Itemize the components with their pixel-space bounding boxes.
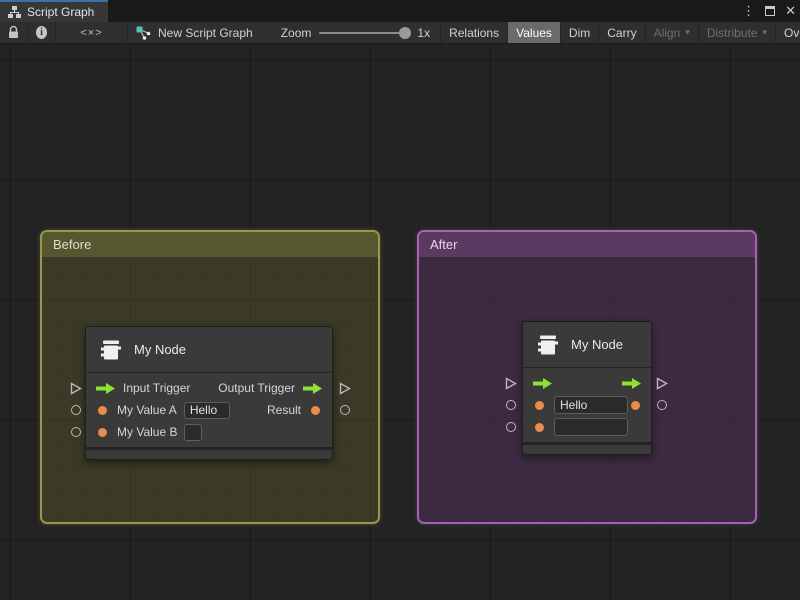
- node-icon: [98, 337, 124, 363]
- group-before-header[interactable]: Before: [42, 232, 378, 257]
- graph-name-label: New Script Graph: [158, 26, 253, 40]
- port-row-triggers: [523, 372, 651, 394]
- maximize-icon[interactable]: [765, 6, 775, 16]
- window-menu-icon[interactable]: ⋮: [742, 0, 755, 22]
- node-before[interactable]: My Node Input Trigger Output Trigger: [85, 326, 333, 460]
- lock-icon: [8, 26, 19, 39]
- external-value-b-port[interactable]: [506, 422, 516, 432]
- tab-script-graph[interactable]: Script Graph: [0, 0, 108, 22]
- port-row-value-b: My Value B: [86, 421, 332, 443]
- port-row-value-b: [523, 416, 651, 438]
- group-after-header[interactable]: After: [419, 232, 755, 257]
- distribute-label: Distribute: [707, 26, 758, 40]
- tab-bar: Script Graph ⋮ ✕: [0, 0, 800, 22]
- input-trigger-port-icon[interactable]: [532, 377, 553, 390]
- node-before-body: Input Trigger Output Trigger My Value A: [86, 373, 332, 447]
- port-row-value-a: My Value A Result: [86, 399, 332, 421]
- value-b-input[interactable]: [184, 424, 202, 441]
- node-after-header[interactable]: My Node: [523, 322, 651, 368]
- view-buttons: Relations Values Dim Carry Align ▾ Distr…: [441, 22, 800, 43]
- align-button[interactable]: Align ▾: [646, 22, 699, 43]
- value-b-port-icon[interactable]: [98, 428, 107, 437]
- value-a-port-icon[interactable]: [535, 401, 544, 410]
- port-row-triggers: Input Trigger Output Trigger: [86, 377, 332, 399]
- info-button[interactable]: i: [28, 22, 56, 43]
- new-graph-icon: [136, 26, 151, 40]
- result-port-icon[interactable]: [311, 406, 320, 415]
- value-a-input[interactable]: [554, 396, 628, 414]
- toolbar: i <×> New Script Graph Zoom 1x Relations…: [0, 22, 800, 44]
- value-a-label: My Value A: [117, 403, 177, 417]
- output-trigger-port-icon[interactable]: [621, 377, 642, 390]
- zoom-value: 1x: [417, 26, 430, 40]
- script-graph-window: Script Graph ⋮ ✕ i <×>: [0, 0, 800, 600]
- close-icon[interactable]: ✕: [785, 0, 796, 22]
- value-a-input[interactable]: [184, 402, 230, 419]
- external-value-b-port[interactable]: [71, 427, 81, 437]
- value-b-input[interactable]: [554, 418, 628, 436]
- overview-button[interactable]: Overview: [776, 22, 800, 43]
- zoom-label: Zoom: [281, 26, 312, 40]
- external-output-trigger-port[interactable]: [339, 382, 351, 395]
- external-result-port[interactable]: [657, 400, 667, 410]
- lock-button[interactable]: [0, 22, 28, 43]
- result-label: Result: [267, 403, 301, 417]
- zoom-section: Zoom 1x: [263, 22, 441, 43]
- output-trigger-port-icon[interactable]: [302, 382, 323, 395]
- node-before-header[interactable]: My Node: [86, 327, 332, 373]
- external-input-trigger-port[interactable]: [70, 382, 82, 395]
- input-trigger-port-icon[interactable]: [95, 382, 116, 395]
- node-after-body: [523, 368, 651, 442]
- output-trigger-label: Output Trigger: [218, 381, 295, 395]
- distribute-button[interactable]: Distribute ▾: [699, 22, 776, 43]
- zoom-slider[interactable]: [319, 32, 409, 34]
- tab-title: Script Graph: [27, 5, 94, 19]
- external-output-trigger-port[interactable]: [656, 377, 668, 390]
- value-b-port-icon[interactable]: [535, 423, 544, 432]
- value-b-label: My Value B: [117, 425, 177, 439]
- external-input-trigger-port[interactable]: [505, 377, 517, 390]
- node-before-footer: [86, 447, 332, 459]
- group-after-label: After: [430, 237, 457, 252]
- input-trigger-label: Input Trigger: [123, 381, 190, 395]
- dim-button[interactable]: Dim: [561, 22, 599, 43]
- external-result-port[interactable]: [340, 405, 350, 415]
- code-icon: <×>: [80, 27, 102, 39]
- info-icon: i: [36, 26, 47, 39]
- values-button[interactable]: Values: [508, 22, 561, 43]
- external-value-a-port[interactable]: [506, 400, 516, 410]
- group-before-label: Before: [53, 237, 91, 252]
- window-controls: ⋮ ✕: [742, 0, 796, 22]
- script-graph-tab-icon: [8, 6, 21, 18]
- node-after[interactable]: My Node: [522, 321, 652, 455]
- align-label: Align: [654, 26, 681, 40]
- relations-button[interactable]: Relations: [441, 22, 508, 43]
- carry-button[interactable]: Carry: [599, 22, 645, 43]
- code-view-button[interactable]: <×>: [56, 22, 128, 43]
- external-value-a-port[interactable]: [71, 405, 81, 415]
- node-icon: [535, 332, 561, 358]
- result-port-icon[interactable]: [631, 401, 640, 410]
- graph-canvas[interactable]: Before After My Node: [0, 44, 800, 600]
- chevron-down-icon: ▾: [763, 27, 768, 38]
- chevron-down-icon: ▾: [685, 27, 690, 38]
- port-row-value-a: [523, 394, 651, 416]
- zoom-slider-handle[interactable]: [399, 27, 411, 39]
- graph-name-section: New Script Graph: [128, 22, 263, 43]
- node-after-footer: [523, 442, 651, 454]
- node-title: My Node: [134, 342, 186, 357]
- node-title: My Node: [571, 337, 623, 352]
- value-a-port-icon[interactable]: [98, 406, 107, 415]
